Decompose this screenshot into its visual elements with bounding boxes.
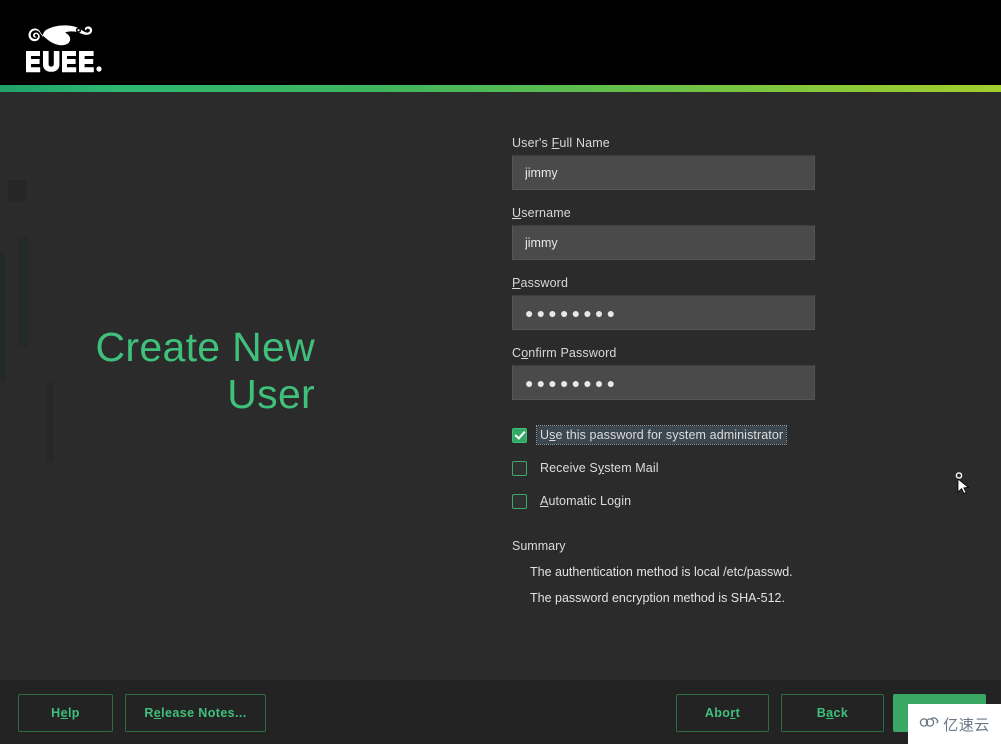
- installer-header: [0, 0, 1001, 85]
- checkbox-label-admin-password: Use this password for system administrat…: [535, 425, 788, 445]
- password-label-accel: P: [512, 276, 521, 290]
- admin-password-label-post: e this password for system administrator: [555, 428, 784, 442]
- watermark-overlay: 亿速云: [908, 704, 1001, 744]
- confirm-password-input[interactable]: [512, 365, 815, 400]
- back-pre: B: [816, 706, 827, 720]
- help-post: lp: [67, 706, 80, 720]
- full-name-label-post: ull Name: [559, 136, 610, 150]
- summary-line-encryption: The password encryption method is SHA-51…: [530, 591, 785, 605]
- page-title: Create New User: [95, 324, 315, 417]
- auto-login-label-post: utomatic Login: [548, 494, 632, 508]
- password-label-post: assword: [520, 276, 569, 290]
- back-post: ck: [833, 706, 849, 720]
- confirm-password-label-post: nfirm Password: [528, 346, 617, 360]
- help-button[interactable]: Help: [18, 694, 113, 732]
- abort-button[interactable]: Abort: [676, 694, 769, 732]
- full-name-input[interactable]: [512, 155, 815, 190]
- release-notes-button[interactable]: Release Notes...: [125, 694, 266, 732]
- decorative-edge-artifact: [8, 180, 26, 202]
- confirm-password-label: Confirm Password: [512, 346, 817, 360]
- footer-button-bar: Help Release Notes... Abort Back: [0, 680, 1001, 744]
- password-label: Password: [512, 276, 817, 290]
- back-button[interactable]: Back: [781, 694, 884, 732]
- abort-pre: Abo: [704, 706, 731, 720]
- checkbox-admin-password[interactable]: [512, 427, 527, 443]
- watermark-text: 亿速云: [943, 716, 990, 734]
- checkbox-row-admin-password[interactable]: Use this password for system administrat…: [512, 421, 817, 449]
- summary-heading: Summary: [512, 539, 566, 553]
- help-pre: H: [51, 706, 61, 720]
- accent-gradient-bar: [0, 85, 1001, 92]
- confirm-password-label-pre: C: [512, 346, 522, 360]
- receive-mail-label-pre: Receive S: [540, 461, 598, 475]
- help-accel: e: [60, 706, 68, 720]
- checkbox-label-receive-system-mail: Receive System Mail: [537, 459, 662, 477]
- checkbox-label-automatic-login: Automatic Login: [537, 492, 634, 510]
- back-accel: a: [826, 706, 834, 720]
- cloud-icon: [919, 715, 939, 734]
- password-input[interactable]: [512, 295, 815, 330]
- decorative-edge-artifact: [18, 237, 28, 347]
- suse-logo: [16, 18, 126, 73]
- release-notes-pre: R: [144, 706, 154, 720]
- admin-password-label-pre: U: [540, 428, 550, 442]
- suse-installer-window: Create New User User's Full Name Usernam…: [0, 0, 1001, 744]
- receive-mail-label-post: stem Mail: [604, 461, 659, 475]
- checkbox-row-automatic-login[interactable]: Automatic Login: [512, 487, 817, 515]
- options-group: Use this password for system administrat…: [512, 421, 817, 515]
- username-label-accel: U: [512, 206, 522, 220]
- username-label: Username: [512, 206, 817, 220]
- decorative-edge-artifact: [0, 252, 5, 382]
- create-user-form: User's Full Name Username Password Confi…: [512, 136, 817, 617]
- username-label-post: sername: [521, 206, 571, 220]
- username-input[interactable]: [512, 225, 815, 260]
- main-content: Create New User User's Full Name Usernam…: [0, 92, 1001, 736]
- abort-post: t: [735, 706, 741, 720]
- checkbox-automatic-login[interactable]: [512, 493, 527, 509]
- full-name-label: User's Full Name: [512, 136, 817, 150]
- release-notes-post: lease Notes...: [161, 706, 247, 720]
- full-name-label-pre: User's: [512, 136, 552, 150]
- checkbox-receive-system-mail[interactable]: [512, 460, 527, 476]
- checkbox-row-receive-system-mail[interactable]: Receive System Mail: [512, 454, 817, 482]
- summary-line-authentication: The authentication method is local /etc/…: [530, 565, 793, 579]
